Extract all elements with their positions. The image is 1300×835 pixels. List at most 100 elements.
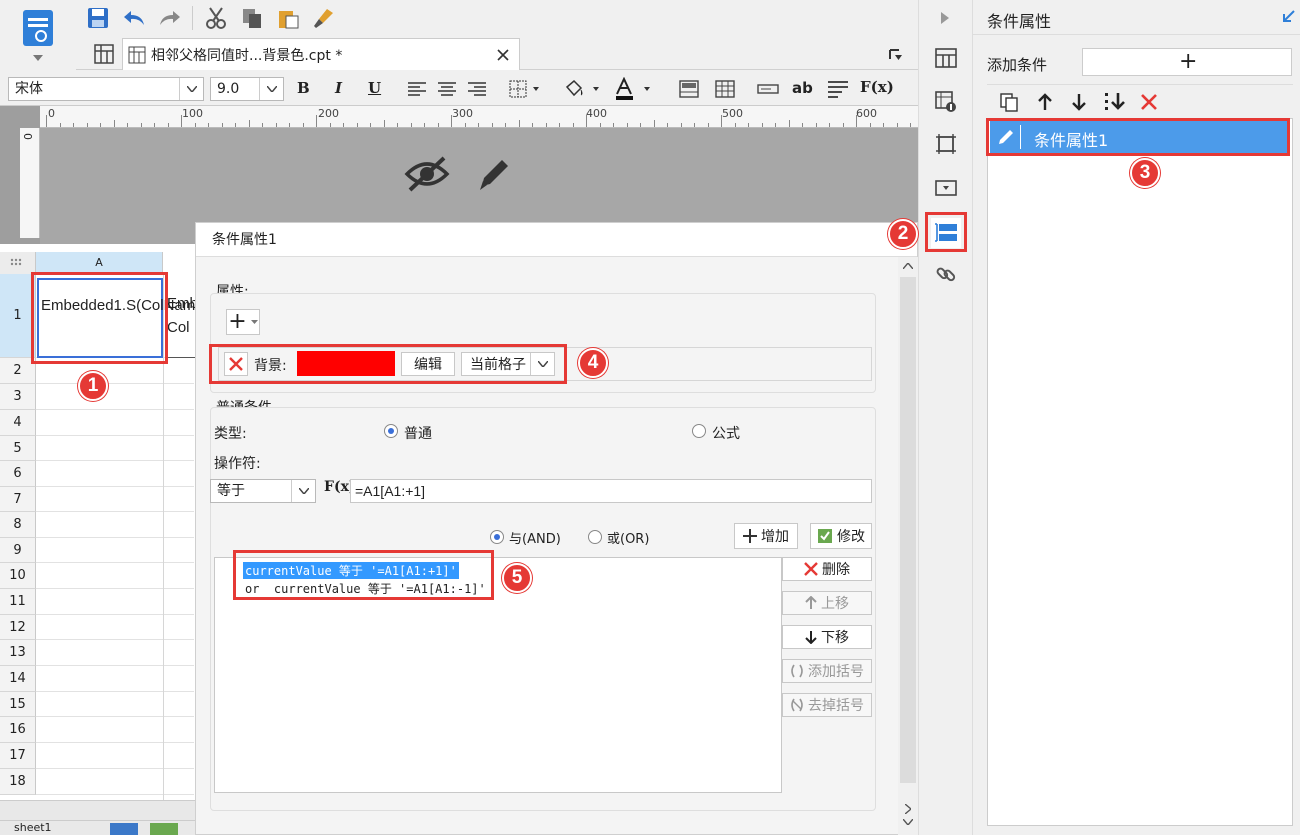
move-down-button[interactable]: 下移 (782, 625, 872, 649)
move-down-icon[interactable] (1067, 90, 1091, 114)
select-all-corner[interactable] (0, 252, 36, 274)
widget-settings-icon[interactable] (933, 132, 959, 156)
row-header[interactable]: 1 (0, 274, 36, 358)
chevron-down-icon[interactable] (179, 78, 203, 100)
cell-b1[interactable]: Emb Col (165, 278, 195, 358)
condition-attribute-icon[interactable] (931, 218, 961, 248)
italic-button[interactable]: I (335, 79, 342, 97)
close-icon[interactable] (493, 45, 513, 65)
merge-cells-icon[interactable] (678, 78, 700, 100)
row-header[interactable]: 18 (0, 769, 36, 795)
row-header[interactable]: 8 (0, 512, 36, 538)
undo-icon[interactable] (120, 4, 148, 32)
chevron-down-icon[interactable] (30, 52, 46, 64)
hyperlink-icon[interactable] (933, 262, 959, 286)
row-header[interactable]: 13 (0, 640, 36, 666)
add-sheet-icon[interactable] (110, 823, 138, 835)
save-icon[interactable] (84, 4, 112, 32)
dialog-vertical-scrollbar[interactable] (898, 257, 918, 835)
condition-list-item[interactable]: 条件属性1 (990, 121, 1288, 153)
row-header[interactable]: 4 (0, 410, 36, 436)
column-header-a[interactable]: A (36, 252, 163, 274)
align-center-icon[interactable] (436, 78, 458, 100)
edit-button[interactable]: 编辑 (401, 352, 455, 376)
row-header[interactable]: 9 (0, 538, 36, 563)
collapse-right-icon[interactable] (935, 8, 955, 28)
row-header[interactable]: 14 (0, 666, 36, 692)
fill-color-icon[interactable] (562, 78, 602, 100)
move-up-icon[interactable] (1033, 90, 1057, 114)
add-report-icon[interactable] (150, 823, 178, 835)
add-condition-button[interactable]: + (1082, 48, 1292, 76)
background-color-swatch[interactable] (297, 351, 395, 376)
condition-text-area[interactable]: currentValue 等于 '=A1[A1:+1]' or currentV… (214, 557, 782, 793)
row-header[interactable]: 3 (0, 384, 36, 410)
format-painter-icon[interactable] (310, 4, 338, 32)
add-bracket-button[interactable]: 添加括号 (782, 659, 872, 683)
cell-attribute-icon[interactable] (933, 90, 959, 114)
cell-a1[interactable]: Embedded1.S(ColName1) (37, 278, 217, 358)
wrap-text-icon[interactable] (826, 78, 850, 100)
remove-attribute-button[interactable] (224, 352, 248, 376)
font-family-select[interactable]: 宋体 (8, 77, 204, 101)
scope-select[interactable]: 当前格子 (461, 352, 555, 376)
type-formula-radio[interactable] (692, 424, 706, 438)
ab-text-button[interactable]: ab (792, 79, 813, 97)
condition-line[interactable]: or currentValue 等于 '=A1[A1:-1]' (243, 580, 488, 597)
delete-icon[interactable] (1137, 90, 1161, 114)
chevron-down-icon[interactable] (291, 480, 315, 502)
row-header[interactable]: 5 (0, 436, 36, 461)
copy-icon[interactable] (238, 4, 266, 32)
hide-icon[interactable] (404, 154, 450, 194)
chevron-down-icon[interactable] (530, 353, 554, 375)
chevron-up-icon[interactable] (902, 257, 914, 275)
operator-select[interactable]: 等于 (210, 479, 316, 503)
cell-element-icon[interactable] (933, 46, 959, 70)
add-attribute-button[interactable]: + (226, 309, 260, 335)
row-header[interactable]: 11 (0, 589, 36, 615)
row-header[interactable]: 2 (0, 358, 36, 384)
modify-button[interactable]: 修改 (810, 523, 872, 549)
row-header[interactable]: 10 (0, 563, 36, 589)
condition-line[interactable]: currentValue 等于 '=A1[A1:+1]' (243, 562, 459, 579)
bold-button[interactable]: B (297, 79, 310, 97)
font-size-select[interactable]: 9.0 (210, 77, 284, 101)
cut-icon[interactable] (202, 4, 230, 32)
formula-button[interactable]: F(x) (860, 78, 894, 96)
edit-pencil-icon[interactable] (472, 152, 516, 196)
formula-input[interactable]: =A1[A1:+1] (350, 479, 872, 503)
row-header[interactable]: 16 (0, 717, 36, 743)
row-header[interactable]: 15 (0, 692, 36, 717)
tab-menu-icon[interactable] (884, 42, 908, 66)
split-cells-icon[interactable] (714, 78, 736, 100)
copy-icon[interactable] (997, 90, 1021, 114)
text-field-icon[interactable] (756, 78, 780, 100)
row-header[interactable]: 6 (0, 461, 36, 487)
chevron-right-icon[interactable] (900, 800, 916, 818)
type-normal-radio[interactable] (384, 424, 398, 438)
or-radio[interactable] (588, 530, 602, 544)
align-right-icon[interactable] (466, 78, 488, 100)
row-header[interactable]: 12 (0, 615, 36, 640)
font-color-icon[interactable] (614, 76, 654, 102)
row-header[interactable]: 7 (0, 487, 36, 512)
cell-grid-icon[interactable] (92, 42, 116, 66)
app-logo[interactable] (0, 0, 76, 68)
row-header[interactable]: 17 (0, 743, 36, 769)
dropdown-widget-icon[interactable] (933, 176, 959, 200)
move-up-button[interactable]: 上移 (782, 591, 872, 615)
delete-button[interactable]: 删除 (782, 557, 872, 581)
border-icon[interactable] (508, 78, 542, 100)
scrollbar-thumb[interactable] (900, 277, 916, 783)
redo-icon[interactable] (156, 4, 184, 32)
document-tab[interactable]: 相邻父格同值时...背景色.cpt * (122, 38, 520, 70)
sheet-tab[interactable]: sheet1 (14, 821, 52, 835)
chevron-down-icon[interactable] (259, 78, 283, 100)
align-left-icon[interactable] (406, 78, 428, 100)
add-condition-row-button[interactable]: 增加 (734, 523, 798, 549)
underline-button[interactable]: U (368, 79, 381, 97)
move-bottom-icon[interactable] (1101, 90, 1129, 114)
paste-icon[interactable] (274, 4, 302, 32)
and-radio[interactable] (490, 530, 504, 544)
remove-bracket-button[interactable]: 去掉括号 (782, 693, 872, 717)
